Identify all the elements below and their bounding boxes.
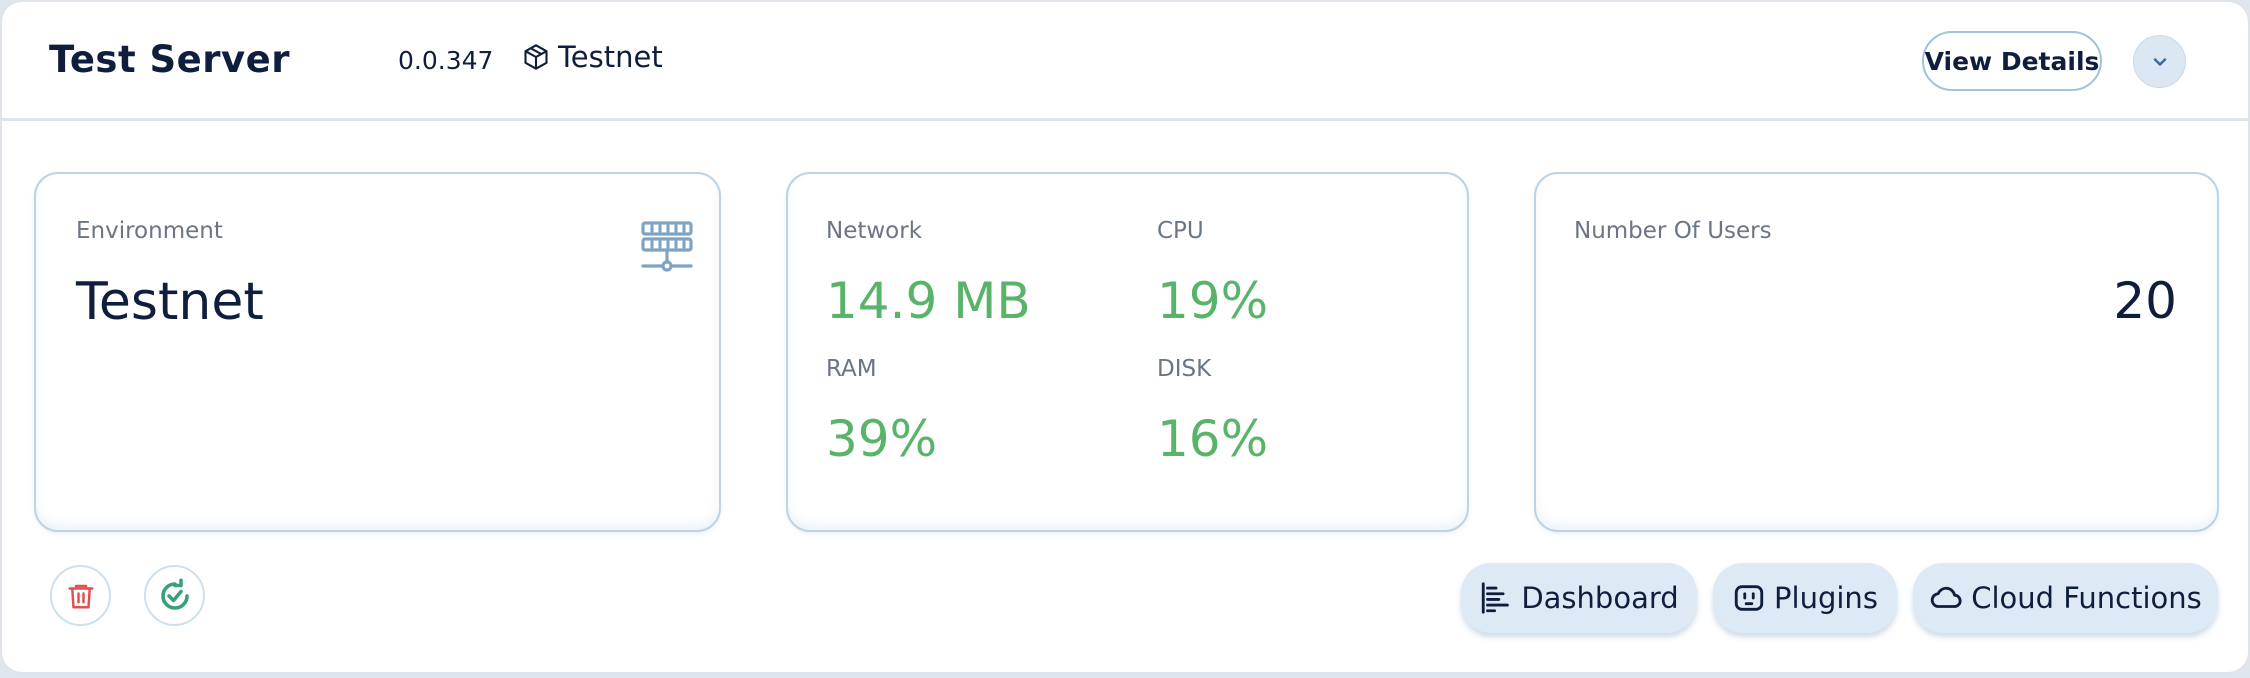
cpu-value: 19% — [1157, 272, 1269, 330]
server-version: 0.0.347 — [398, 46, 494, 75]
cloud-functions-button[interactable]: Cloud Functions — [1913, 563, 2218, 633]
environment-panel: Environment Testnet — [34, 172, 721, 532]
chevron-down-icon — [2153, 57, 2166, 66]
dashboard-label: Dashboard — [1521, 581, 1679, 615]
view-details-button[interactable]: View Details — [1922, 31, 2102, 91]
trash-icon — [68, 584, 93, 608]
cube-icon — [524, 44, 548, 70]
cloud-functions-label: Cloud Functions — [1971, 581, 2202, 615]
users-value: 20 — [2113, 272, 2177, 330]
server-title: Test Server — [49, 38, 290, 81]
delete-button[interactable] — [50, 565, 111, 626]
disk-value: 16% — [1157, 410, 1269, 468]
dashboard-icon — [1482, 582, 1510, 614]
ram-label: RAM — [826, 356, 877, 382]
users-label: Number Of Users — [1574, 218, 1772, 244]
environment-value: Testnet — [76, 272, 264, 332]
restart-button[interactable] — [144, 565, 205, 626]
users-panel: Number Of Users 20 — [1534, 172, 2219, 532]
refresh-check-icon — [160, 577, 189, 610]
environment-tag: Testnet — [522, 40, 663, 74]
environment-label: Environment — [76, 218, 223, 244]
cpu-label: CPU — [1157, 218, 1204, 244]
stats-panel: Network 14.9 MB CPU 19% RAM 39% DISK 16% — [786, 172, 1469, 532]
server-card: Test Server 0.0.347 Testnet View Details… — [0, 0, 2250, 674]
expand-button[interactable] — [2133, 35, 2186, 88]
server-icon — [641, 221, 693, 272]
plugin-icon — [1734, 585, 1764, 611]
disk-label: DISK — [1157, 356, 1212, 382]
ram-value: 39% — [826, 410, 938, 468]
network-label: Network — [826, 218, 923, 244]
cloud-icon — [1931, 586, 1962, 608]
network-value: 14.9 MB — [826, 272, 1031, 330]
plugins-label: Plugins — [1774, 581, 1878, 615]
environment-tag-label: Testnet — [558, 40, 663, 74]
server-header: Test Server 0.0.347 Testnet View Details — [2, 2, 2248, 121]
dashboard-button[interactable]: Dashboard — [1461, 563, 1697, 633]
plugins-button[interactable]: Plugins — [1713, 563, 1897, 633]
